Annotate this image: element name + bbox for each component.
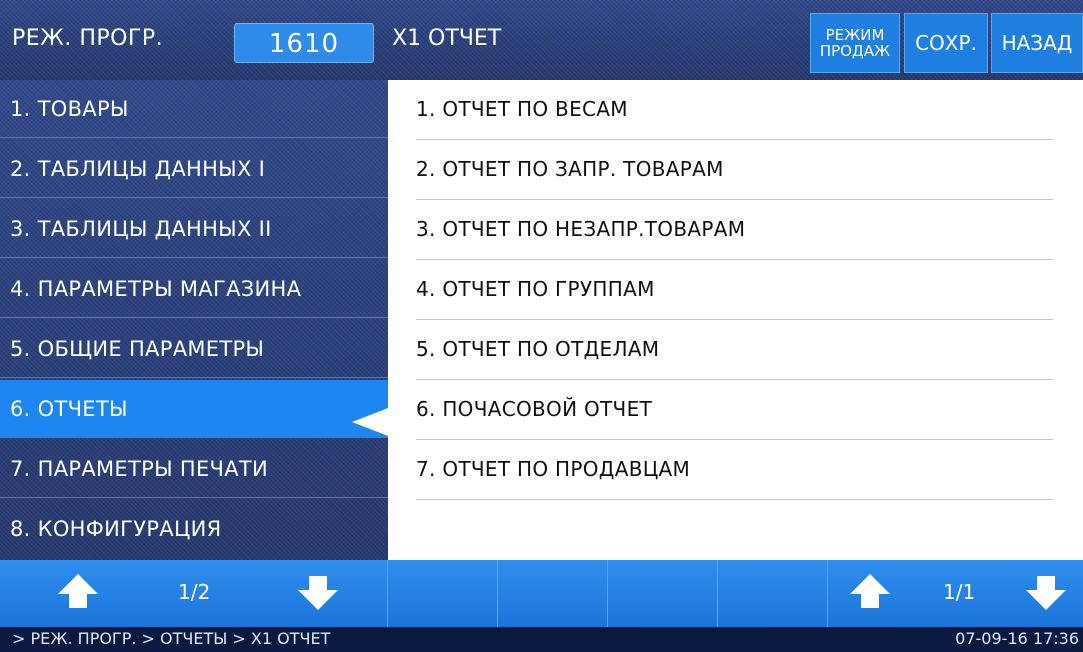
main-menu: 1. ТОВАРЫ 2. ТАБЛИЦЫ ДАННЫХ I 3. ТАБЛИЦЫ…: [0, 80, 388, 560]
datetime: 07-09-16 17:36: [955, 629, 1079, 648]
function-key-2[interactable]: [498, 560, 608, 627]
breadcrumb: > РЕЖ. ПРОГР. > ОТЧЕТЫ > X1 ОТЧЕТ: [12, 629, 331, 648]
arrow-down-icon[interactable]: [298, 572, 338, 612]
sales-mode-button-label: РЕЖИМ ПРОДАЖ: [819, 26, 891, 60]
sales-mode-button[interactable]: РЕЖИМ ПРОДАЖ: [810, 13, 900, 73]
right-pager: 1/1: [828, 560, 1083, 627]
function-key-1[interactable]: [388, 560, 498, 627]
arrow-up-icon[interactable]: [850, 574, 890, 614]
submenu-item-unprogrammed-goods-report[interactable]: 3. ОТЧЕТ ПО НЕЗАПР.ТОВАРАМ: [416, 200, 1053, 260]
menu-item-configuration[interactable]: 8. КОНФИГУРАЦИЯ: [0, 500, 388, 558]
program-code-field[interactable]: 1610: [234, 23, 374, 63]
function-key-4[interactable]: [718, 560, 828, 627]
menu-item-data-tables-2[interactable]: 3. ТАБЛИЦЫ ДАННЫХ II: [0, 200, 388, 258]
menu-item-general-parameters[interactable]: 5. ОБЩИЕ ПАРАМЕТРЫ: [0, 320, 388, 378]
submenu-item-departments-report[interactable]: 5. ОТЧЕТ ПО ОТДЕЛАМ: [416, 320, 1053, 380]
save-button[interactable]: СОХР.: [904, 13, 988, 73]
submenu-item-hourly-report[interactable]: 6. ПОЧАСОВОЙ ОТЧЕТ: [416, 380, 1053, 440]
left-pager: 1/2: [0, 560, 388, 627]
bottom-nav: 1/2 1/1: [0, 560, 1083, 627]
menu-item-print-parameters[interactable]: 7. ПАРАМЕТРЫ ПЕЧАТИ: [0, 440, 388, 498]
status-bar: > РЕЖ. ПРОГР. > ОТЧЕТЫ > X1 ОТЧЕТ 07-09-…: [0, 627, 1083, 652]
right-page-indicator: 1/1: [943, 580, 976, 604]
submenu-item-weight-report[interactable]: 1. ОТЧЕТ ПО ВЕСАМ: [416, 80, 1053, 140]
function-key-3[interactable]: [608, 560, 718, 627]
menu-item-goods[interactable]: 1. ТОВАРЫ: [0, 80, 388, 138]
screen-title: X1 ОТЧЕТ: [392, 26, 502, 51]
submenu-panel: 1. ОТЧЕТ ПО ВЕСАМ 2. ОТЧЕТ ПО ЗАПР. ТОВА…: [388, 80, 1083, 560]
submenu-item-sellers-report[interactable]: 7. ОТЧЕТ ПО ПРОДАВЦАМ: [416, 440, 1053, 500]
menu-item-reports[interactable]: 6. ОТЧЕТЫ: [0, 380, 388, 438]
submenu-item-groups-report[interactable]: 4. ОТЧЕТ ПО ГРУППАМ: [416, 260, 1053, 320]
menu-item-store-parameters[interactable]: 4. ПАРАМЕТРЫ МАГАЗИНА: [0, 260, 388, 318]
selection-pointer-icon: [352, 408, 388, 436]
submenu-item-programmed-goods-report[interactable]: 2. ОТЧЕТ ПО ЗАПР. ТОВАРАМ: [416, 140, 1053, 200]
menu-item-data-tables-1[interactable]: 2. ТАБЛИЦЫ ДАННЫХ I: [0, 140, 388, 198]
left-page-indicator: 1/2: [178, 580, 211, 604]
arrow-up-icon[interactable]: [58, 574, 98, 614]
mode-label: РЕЖ. ПРОГР.: [12, 26, 164, 51]
arrow-down-icon[interactable]: [1026, 572, 1066, 612]
back-button[interactable]: НАЗАД: [991, 13, 1083, 73]
top-bar: РЕЖ. ПРОГР. 1610 X1 ОТЧЕТ РЕЖИМ ПРОДАЖ СО…: [0, 0, 1083, 80]
